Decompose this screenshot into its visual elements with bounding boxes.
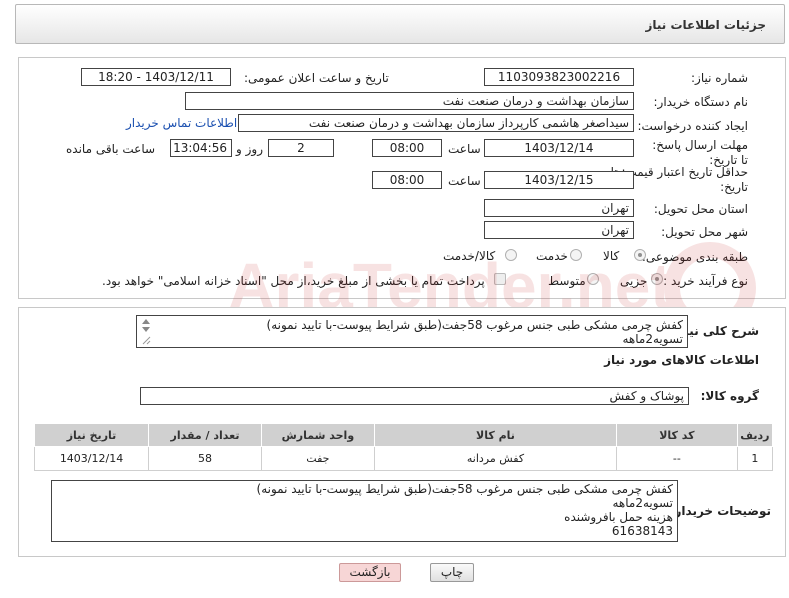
min-valid-time-label: ساعت: [448, 174, 481, 188]
cell-row: 1: [736, 446, 774, 471]
category-service-radio[interactable]: [570, 249, 582, 261]
goods-group-label: گروه کالا:: [700, 389, 759, 403]
deadline-time-label: ساعت: [448, 142, 481, 156]
goods-table: ردیف کد کالا نام کالا واحد شمارش تعداد /…: [33, 423, 774, 471]
province-label: استان محل تحویل:: [653, 202, 748, 216]
buyer-notes-line-4: 61638143: [611, 524, 673, 538]
creator-label: ایجاد کننده درخواست:: [637, 119, 748, 133]
cell-code: --: [616, 446, 738, 471]
table-row[interactable]: 1 -- کفش مردانه جفت 58 1403/12/14: [33, 446, 774, 471]
goods-group-field: پوشاک و کفش: [140, 387, 689, 405]
col-qty-header: تعداد / مقدار: [148, 423, 262, 447]
col-date-header: تاریخ نیاز: [33, 423, 150, 447]
need-number-label: شماره نیاز:: [691, 71, 748, 85]
col-unit-header: واحد شمارش: [260, 423, 375, 447]
cell-name: کفش مردانه: [373, 446, 618, 471]
summary-line-2: تسویه2ماهه: [622, 332, 683, 346]
scroll-arrows-icon[interactable]: [141, 318, 151, 346]
col-name-header: نام کالا: [373, 423, 618, 447]
table-header-row: ردیف کد کالا نام کالا واحد شمارش تعداد /…: [33, 423, 774, 447]
category-goods-service-radio[interactable]: [505, 249, 517, 261]
cell-date: 1403/12/14: [33, 446, 150, 471]
buyer-org-field: سازمان بهداشت و درمان صنعت نفت: [185, 92, 634, 110]
deadline-label: مهلت ارسال پاسخ: تا تاریخ:: [652, 138, 748, 167]
process-label: نوع فرآیند خرید :: [663, 274, 748, 288]
col-code-header: کد کالا: [616, 423, 738, 447]
buyer-org-label: نام دستگاه خریدار:: [653, 95, 749, 109]
category-goods-label: کالا: [603, 249, 620, 263]
deadline-date-field: 1403/12/14: [484, 139, 634, 157]
contact-info-link[interactable]: اطلاعات تماس خریدار: [126, 116, 237, 130]
announce-field: 1403/12/11 - 18:20: [81, 68, 231, 86]
remaining-time-field: 13:04:56: [170, 139, 232, 157]
city-label: شهر محل تحویل:: [661, 225, 748, 239]
page-header: جزئیات اطلاعات نیاز: [15, 4, 785, 44]
min-valid-date-field: 1403/12/15: [484, 171, 634, 189]
buyer-notes-textarea[interactable]: کفش چرمی مشکی طبی جنس مرغوب 58جفت(طبق شر…: [51, 480, 678, 542]
creator-field: سیداصغر هاشمی کارپرداز سازمان بهداشت و د…: [238, 114, 634, 132]
buyer-notes-line-2: تسویه2ماهه: [612, 496, 673, 510]
buyer-notes-line-3: هزینه حمل بافروشنده: [564, 510, 673, 524]
summary-textarea[interactable]: کفش چرمی مشکی طبی جنس مرغوب 58جفت(طبق شر…: [136, 315, 688, 348]
category-label: طبقه بندی موضوعی:: [641, 250, 748, 264]
process-minor-label: جزیی: [620, 274, 648, 288]
process-medium-radio[interactable]: [587, 273, 599, 285]
min-valid-time-field: 08:00: [372, 171, 442, 189]
need-number-field: 1103093823002216: [484, 68, 634, 86]
process-minor-radio[interactable]: [651, 273, 663, 285]
buyer-notes-line-1: کفش چرمی مشکی طبی جنس مرغوب 58جفت(طبق شر…: [256, 482, 673, 496]
goods-section-title: اطلاعات کالاهای مورد نیاز: [604, 353, 759, 367]
category-goods-service-label: کالا/خدمت: [443, 249, 496, 263]
buyer-notes-label: توضیحات خریدار:: [669, 504, 771, 518]
remaining-label: ساعت باقی مانده: [66, 142, 156, 156]
page-title: جزئیات اطلاعات نیاز: [645, 18, 766, 32]
category-service-label: خدمت: [536, 249, 568, 263]
days-label: روز و: [236, 142, 263, 156]
province-field: تهران: [484, 199, 634, 217]
cell-qty: 58: [148, 446, 262, 471]
city-field: تهران: [484, 221, 634, 239]
deadline-time-field: 08:00: [372, 139, 442, 157]
back-button[interactable]: بازگشت: [339, 563, 401, 582]
days-field: 2: [268, 139, 334, 157]
category-goods-radio[interactable]: [634, 249, 646, 261]
announce-label: تاریخ و ساعت اعلان عمومی:: [244, 71, 389, 85]
treasury-payment-note: پرداخت تمام یا بخشی از مبلغ خرید،از محل …: [102, 274, 485, 288]
print-button[interactable]: چاپ: [430, 563, 474, 582]
summary-line-1: کفش چرمی مشکی طبی جنس مرغوب 58جفت(طبق شر…: [266, 318, 683, 332]
process-medium-label: متوسط: [548, 274, 586, 288]
cell-unit: جفت: [260, 446, 375, 471]
col-row-header: ردیف: [736, 423, 774, 447]
treasury-payment-checkbox[interactable]: [494, 273, 506, 285]
